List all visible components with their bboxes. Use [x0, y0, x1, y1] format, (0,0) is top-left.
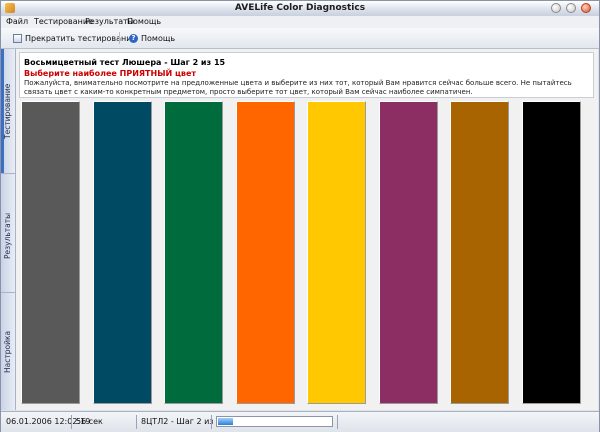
color-swatch[interactable] — [450, 101, 509, 404]
color-swatch[interactable] — [307, 101, 366, 404]
menu-bar: Файл Тестирование Результаты Помощь — [1, 16, 599, 28]
instructions-panel: Восьмицветный тест Люшера - Шаг 2 из 15 … — [19, 52, 594, 98]
sidebar: Тестирование Результаты Настройка — [1, 49, 16, 410]
toolbar: Прекратить тестирование ? Помощь — [1, 28, 599, 49]
help-icon: ? — [129, 33, 138, 43]
status-elapsed: 56 сек — [76, 417, 103, 426]
status-divider — [337, 415, 338, 429]
sidebar-tab-settings-label: Настройка — [3, 330, 12, 373]
sidebar-tab-settings[interactable]: Настройка — [1, 293, 15, 410]
stop-testing-button[interactable]: Прекратить тестирование — [13, 31, 136, 45]
maximize-icon[interactable] — [566, 3, 576, 13]
sidebar-tab-results-label: Результаты — [3, 212, 12, 259]
title-bar[interactable]: AVELife Color Diagnostics — [1, 1, 599, 17]
color-swatch[interactable] — [164, 101, 223, 404]
color-swatches — [16, 101, 598, 407]
toolbar-divider — [119, 32, 120, 44]
color-swatch[interactable] — [92, 101, 152, 404]
help-label: Помощь — [141, 33, 176, 43]
status-divider — [136, 415, 137, 429]
test-progress-fill — [218, 418, 233, 425]
app-window: AVELife Color Diagnostics Файл Тестирова… — [0, 0, 600, 432]
sidebar-tab-results[interactable]: Результаты — [1, 174, 15, 292]
minimize-icon[interactable] — [551, 3, 561, 13]
stop-icon — [13, 33, 22, 43]
close-icon[interactable] — [581, 3, 591, 13]
window-title: AVELife Color Diagnostics — [234, 3, 366, 13]
color-swatch[interactable] — [235, 101, 295, 404]
status-divider — [211, 415, 212, 429]
menu-help[interactable]: Помощь — [127, 17, 161, 26]
test-progress-bar — [216, 416, 333, 427]
status-bar: 06.01.2006 12:02:19 56 сек 8ЦТЛ2 - Шаг 2… — [1, 411, 599, 432]
menu-file[interactable]: Файл — [6, 17, 28, 26]
color-swatch[interactable] — [21, 101, 80, 404]
main-content: Восьмицветный тест Люшера - Шаг 2 из 15 … — [16, 49, 598, 410]
sidebar-tab-testing-label: Тестирование — [3, 83, 12, 139]
test-description: Пожалуйста, внимательно посмотрите на пр… — [24, 79, 572, 96]
status-divider — [71, 415, 72, 429]
color-swatch[interactable] — [378, 101, 438, 404]
test-instruction: Выберите наиболее ПРИЯТНЫЙ цвет — [24, 69, 197, 78]
color-swatch[interactable] — [521, 101, 581, 404]
help-button[interactable]: ? Помощь — [129, 31, 175, 45]
test-title: Восьмицветный тест Люшера - Шаг 2 из 15 — [24, 58, 226, 67]
status-step: 8ЦТЛ2 - Шаг 2 из 15 — [141, 417, 227, 426]
sidebar-tab-testing[interactable]: Тестирование — [1, 49, 15, 173]
